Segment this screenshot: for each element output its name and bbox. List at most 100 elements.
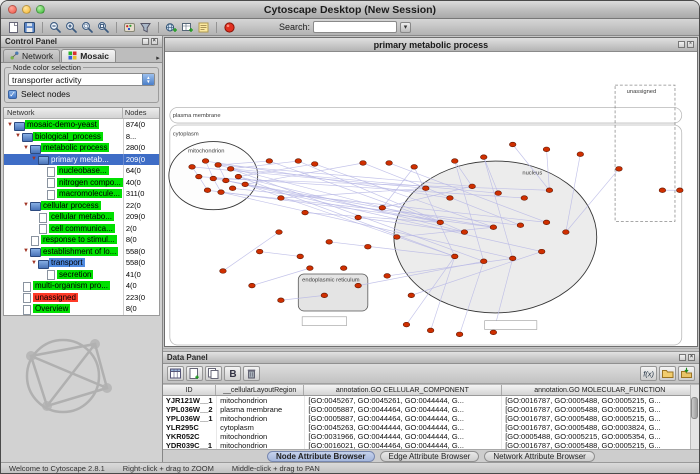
network-node[interactable] xyxy=(195,174,202,179)
table-cell[interactable]: [GO:0005488, GO:0005215, GO:0005354, G..… xyxy=(502,432,699,441)
network-node[interactable] xyxy=(326,239,333,244)
network-node[interactable] xyxy=(577,152,584,157)
network-node[interactable] xyxy=(219,269,226,274)
window-titlebar[interactable]: Cytoscape Desktop (New Session) xyxy=(1,1,699,19)
network-node[interactable] xyxy=(355,283,362,288)
network-node[interactable] xyxy=(277,196,284,201)
table-column-cellularlayoutregion[interactable]: __cellularLayoutRegion xyxy=(216,385,304,395)
node-color-dropdown[interactable]: transporter activity ▲▼ xyxy=(8,73,155,86)
network-node[interactable] xyxy=(379,205,386,210)
network-node[interactable] xyxy=(546,188,553,193)
table-cell[interactable]: [GO:0005887, GO:0044464, GO:0044444, G..… xyxy=(305,414,502,423)
table-cell[interactable]: [GO:0005887, GO:0044464, GO:0044444, G..… xyxy=(305,405,502,414)
network-node[interactable] xyxy=(355,215,362,220)
network-node[interactable] xyxy=(295,159,302,164)
table-cell[interactable]: YPL036W__1 xyxy=(163,414,217,423)
import-network-icon[interactable] xyxy=(165,21,178,34)
search-input[interactable] xyxy=(313,21,397,33)
network-node[interactable] xyxy=(235,174,242,179)
zoom-selected-icon[interactable] xyxy=(81,21,94,34)
tree-row-response-to-stimul[interactable]: response to stimul...8(0 xyxy=(4,234,159,246)
open-folder-icon[interactable] xyxy=(659,366,676,381)
network-node[interactable] xyxy=(469,184,476,189)
table-cell[interactable]: plasma membrane xyxy=(217,405,305,414)
vizmapper-icon[interactable] xyxy=(123,21,136,34)
tree-row-mosaic-demo-yeast[interactable]: ▼mosaic-demo-yeast874(0 xyxy=(4,119,159,131)
table-cell[interactable]: [GO:0031966, GO:0044444, GO:0044444, G..… xyxy=(305,432,502,441)
network-node[interactable] xyxy=(480,155,487,160)
expand-arrow-icon[interactable]: ▼ xyxy=(30,156,38,162)
network-node[interactable] xyxy=(202,159,209,164)
tree-row-primary-metab[interactable]: ▼primary metab...209(0 xyxy=(4,154,159,166)
maximize-network-icon[interactable] xyxy=(678,41,685,48)
network-node[interactable] xyxy=(509,256,516,261)
new-session-icon[interactable] xyxy=(7,21,20,34)
table-cell[interactable]: mitochondrion xyxy=(217,396,305,405)
function-builder-icon[interactable]: f(x) xyxy=(640,366,657,381)
select-nodes-checkbox[interactable]: ✓ xyxy=(8,90,17,99)
network-node[interactable] xyxy=(451,254,458,259)
table-cell[interactable]: mitochondrion xyxy=(217,432,305,441)
tree-row-multi-organism-pro[interactable]: multi-organism pro...4(0 xyxy=(4,280,159,292)
network-node[interactable] xyxy=(403,322,410,327)
network-node[interactable] xyxy=(386,161,393,166)
table-cell[interactable]: cytoplasm xyxy=(217,423,305,432)
network-node[interactable] xyxy=(517,223,524,228)
table-row-ypl036w-2[interactable]: YPL036W__2plasma membrane[GO:0005887, GO… xyxy=(163,405,699,414)
network-node[interactable] xyxy=(437,220,444,225)
expand-arrow-icon[interactable]: ▼ xyxy=(30,260,38,266)
table-cell[interactable]: [GO:0016787, GO:0005488, GO:0005215, G..… xyxy=(502,405,699,414)
network-node[interactable] xyxy=(266,159,273,164)
expand-arrow-icon[interactable]: ▼ xyxy=(22,202,30,208)
network-node[interactable] xyxy=(461,230,468,235)
network-node[interactable] xyxy=(676,188,683,193)
import-attributes-icon[interactable] xyxy=(678,366,695,381)
tab-network-attribute-browser[interactable]: Network Attribute Browser xyxy=(484,451,594,462)
network-node[interactable] xyxy=(393,235,400,240)
table-cell[interactable]: YLR295C xyxy=(163,423,217,432)
annotation-icon[interactable] xyxy=(197,21,210,34)
tree-row-biological-process[interactable]: ▼biological_process8... xyxy=(4,131,159,143)
network-node[interactable] xyxy=(215,163,222,168)
network-node[interactable] xyxy=(451,159,458,164)
select-attributes-icon[interactable] xyxy=(167,366,184,381)
network-node[interactable] xyxy=(189,165,196,170)
network-node[interactable] xyxy=(210,176,217,181)
tab-network[interactable]: Network xyxy=(3,49,60,62)
network-node[interactable] xyxy=(495,191,502,196)
table-cell[interactable]: [GO:0016787, GO:0005488, GO:0003824, G..… xyxy=(502,423,699,432)
tree-row-cellular-metabo[interactable]: cellular metabo...209(0 xyxy=(4,211,159,223)
tree-column-network[interactable]: Network xyxy=(4,108,123,118)
network-node[interactable] xyxy=(456,332,463,337)
close-panel-icon[interactable]: × xyxy=(151,38,158,45)
network-node[interactable] xyxy=(543,220,550,225)
tab-mosaic[interactable]: Mosaic xyxy=(61,49,116,62)
network-node[interactable] xyxy=(480,259,487,264)
network-node[interactable] xyxy=(311,162,318,167)
table-cell[interactable]: [GO:0016021, GO:0044464, GO:0044444, G..… xyxy=(305,441,502,449)
table-scrollbar[interactable] xyxy=(690,385,699,449)
table-cell[interactable]: [GO:0016787, GO:0005488, GO:0005215, G..… xyxy=(502,414,699,423)
network-canvas[interactable]: plasma membranecytoplasmmitochondrionnuc… xyxy=(165,52,697,346)
network-node[interactable] xyxy=(384,274,391,279)
float-panel-icon[interactable] xyxy=(142,38,149,45)
table-column-id[interactable]: ID xyxy=(163,385,216,395)
table-cell[interactable]: YJR121W__1 xyxy=(163,396,217,405)
network-node[interactable] xyxy=(227,166,234,171)
network-node[interactable] xyxy=(538,249,545,254)
tree-row-macromolecule[interactable]: macromolecule...311(0 xyxy=(4,188,159,200)
network-window-titlebar[interactable]: primary metabolic process × xyxy=(165,38,697,52)
table-cell[interactable]: YPL036W__2 xyxy=(163,405,217,414)
network-node[interactable] xyxy=(256,249,263,254)
network-node[interactable] xyxy=(615,166,622,171)
delete-attribute-icon[interactable] xyxy=(243,366,260,381)
zoom-window-button[interactable] xyxy=(36,5,45,14)
table-cell[interactable]: YKR052C xyxy=(163,432,217,441)
expand-arrow-icon[interactable]: ▼ xyxy=(22,145,30,151)
table-cell[interactable]: mitochondrion xyxy=(217,441,305,449)
table-cell[interactable]: mitochondrion xyxy=(217,414,305,423)
search-dropdown-icon[interactable]: ▾ xyxy=(400,22,411,33)
expand-arrow-icon[interactable]: ▼ xyxy=(6,122,14,128)
network-node[interactable] xyxy=(248,283,255,288)
table-cell[interactable]: [GO:0016787, GO:0005488, GO:0005215, G..… xyxy=(502,396,699,405)
